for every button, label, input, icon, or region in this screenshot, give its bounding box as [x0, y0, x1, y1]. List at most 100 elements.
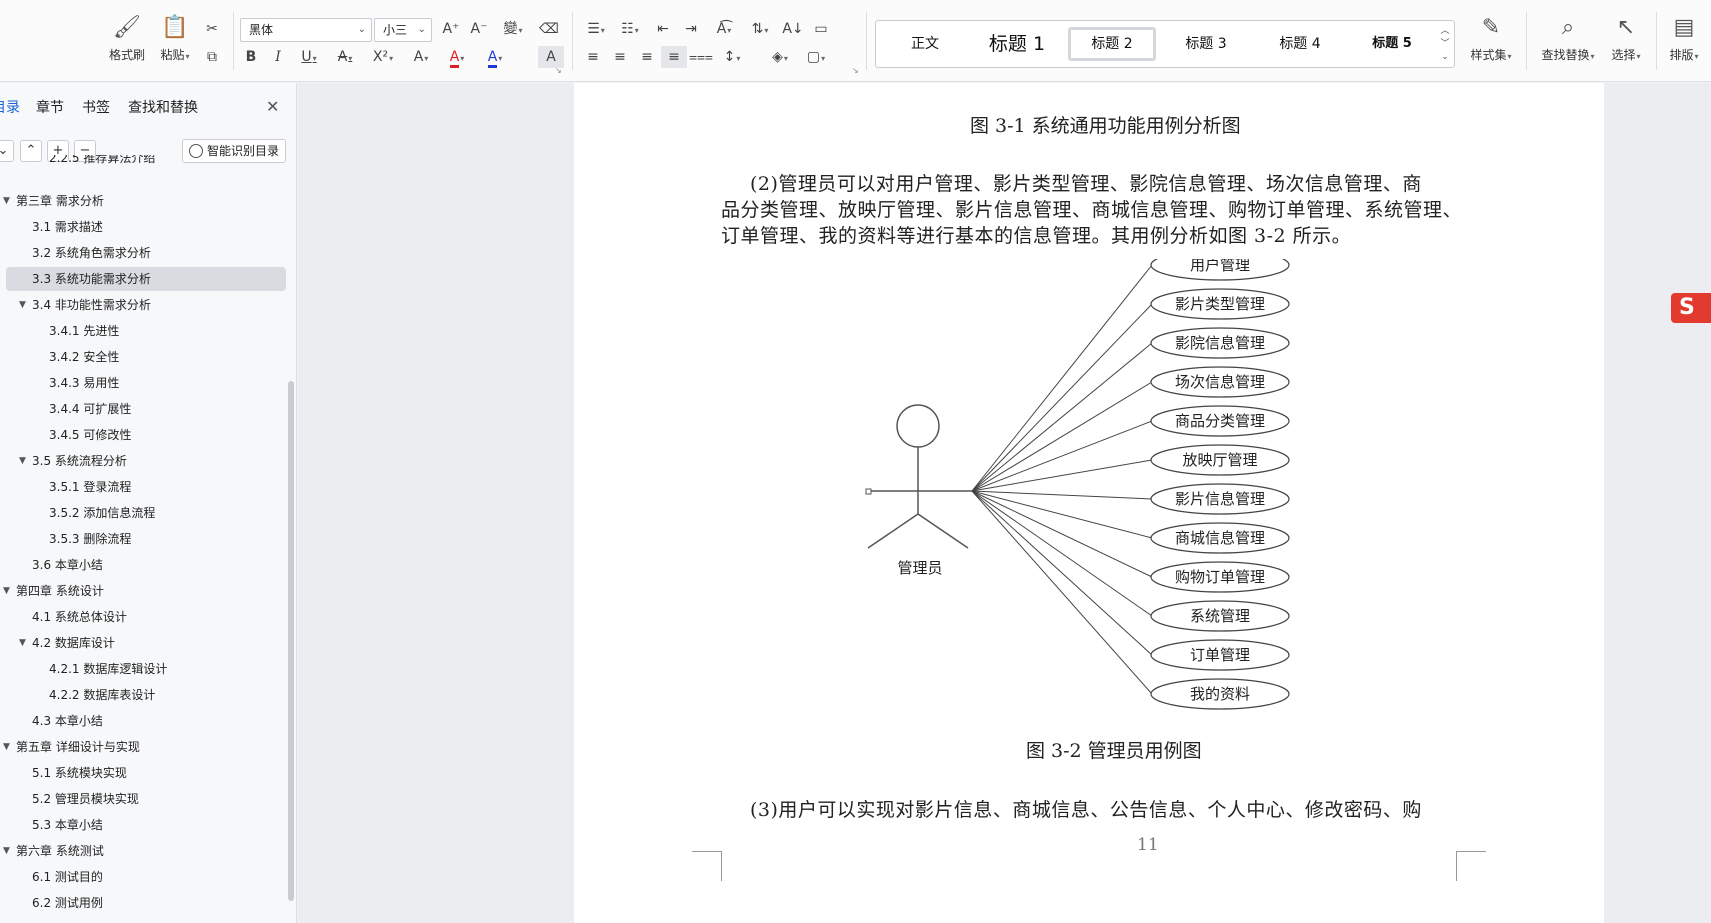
- italic-button[interactable]: I: [265, 46, 291, 68]
- tab-sections[interactable]: 章节: [36, 97, 64, 117]
- increase-indent-icon[interactable]: ⇥: [678, 18, 704, 40]
- toc-item[interactable]: 4.3 本章小结: [32, 709, 103, 733]
- use-case: 影院信息管理: [1150, 327, 1290, 359]
- document-page[interactable]: 图 3-1 系统通用功能用例分析图 (2)管理员可以对用户管理、影片类型管理、影…: [574, 83, 1604, 923]
- font-color-button[interactable]: A▾: [478, 46, 512, 68]
- shading-icon[interactable]: ◈▾: [764, 46, 796, 68]
- chevron-up-icon[interactable]: ⌃: [20, 140, 42, 162]
- select-button[interactable]: ↖ 选择▾: [1602, 14, 1650, 70]
- justify-icon[interactable]: ≡: [661, 46, 687, 68]
- show-marks-icon[interactable]: ▭: [808, 18, 834, 40]
- toc-item[interactable]: 4.2.2 数据库表设计: [49, 683, 155, 707]
- numbered-list-icon[interactable]: ☷▾: [614, 18, 646, 40]
- toc-item[interactable]: 5.1 系统模块实现: [32, 761, 127, 785]
- toc-item[interactable]: 3.5.3 删除流程: [49, 527, 131, 551]
- underline-button[interactable]: U▾: [292, 46, 326, 68]
- toc-item[interactable]: 3.4.1 先进性: [49, 319, 119, 343]
- toc-item[interactable]: 4.1 系统总体设计: [32, 605, 127, 629]
- expand-arrow-icon[interactable]: ▼: [3, 735, 10, 759]
- nav-scrollbar[interactable]: [288, 381, 294, 901]
- distributed-icon[interactable]: ⩶: [688, 46, 714, 68]
- align-left-icon[interactable]: ≡: [580, 46, 606, 68]
- toc-item[interactable]: 5.2 管理员模块实现: [32, 787, 139, 811]
- cut-icon[interactable]: ✂: [199, 18, 225, 40]
- char-shading-button[interactable]: A: [538, 46, 564, 68]
- toc-item[interactable]: ▼ 第四章 系统设计: [3, 579, 104, 603]
- phonetic-guide-button[interactable]: 變▾: [496, 18, 530, 40]
- style-heading-3[interactable]: 标题 3: [1166, 27, 1246, 61]
- line-spacing-icon[interactable]: ↕▾: [716, 46, 748, 68]
- font-dialog-launcher-icon[interactable]: ↘: [555, 66, 562, 75]
- align-right-icon[interactable]: ≡: [634, 46, 660, 68]
- tab-find-replace[interactable]: 查找和替换: [128, 97, 198, 117]
- copy-icon[interactable]: ⧉: [199, 46, 225, 68]
- expand-arrow-icon[interactable]: ▼: [3, 189, 10, 213]
- toc-item-label: 3.4 非功能性需求分析: [32, 298, 151, 312]
- toc-item[interactable]: ▼ 第三章 需求分析: [3, 189, 104, 213]
- paste-button[interactable]: 📋 粘贴▾: [148, 14, 202, 70]
- eraser-icon[interactable]: ⌫: [536, 18, 562, 40]
- align-center-icon[interactable]: ≡: [607, 46, 633, 68]
- toc-item[interactable]: 3.4.4 可扩展性: [49, 397, 131, 421]
- style-set-button[interactable]: ✎ 样式集▾: [1464, 14, 1518, 70]
- expand-arrow-icon[interactable]: ▼: [3, 839, 10, 863]
- paragraph-2-line-2: 品分类管理、放映厅管理、影片信息管理、商城信息管理、购物订单管理、系统管理、: [721, 199, 1463, 221]
- text-effect-button[interactable]: A▾: [404, 46, 438, 68]
- toc-item[interactable]: ▼ 3.5 系统流程分析: [19, 449, 127, 473]
- toc-item[interactable]: ▼ 3.4 非功能性需求分析: [19, 293, 151, 317]
- toc-item[interactable]: 3.5.2 添加信息流程: [49, 501, 155, 525]
- paragraph-dialog-launcher-icon[interactable]: ↘: [852, 66, 859, 75]
- shrink-font-button[interactable]: A⁻: [466, 18, 492, 40]
- toc-item[interactable]: ▼ 第五章 详细设计与实现: [3, 735, 140, 759]
- expand-arrow-icon[interactable]: ▼: [19, 449, 26, 473]
- style-heading-2[interactable]: 标题 2: [1068, 27, 1156, 61]
- toc-item[interactable]: 3.2 系统角色需求分析: [32, 241, 151, 265]
- toc-item[interactable]: 4.2.1 数据库逻辑设计: [49, 657, 167, 681]
- toc-item[interactable]: 3.4.2 安全性: [49, 345, 119, 369]
- toc-item[interactable]: 3.4.3 易用性: [49, 371, 119, 395]
- text-direction-icon[interactable]: A͡▾: [708, 18, 740, 40]
- sort-icon[interactable]: ⇅▾: [744, 18, 776, 40]
- tab-bookmarks[interactable]: 书签: [82, 97, 110, 117]
- smart-toc-button[interactable]: 智能识别目录: [182, 139, 286, 163]
- toc-item[interactable]: 3.6 本章小结: [32, 553, 103, 577]
- borders-icon[interactable]: ▢▾: [800, 46, 832, 68]
- divider: [233, 12, 234, 70]
- highlight-color-button[interactable]: A▾: [440, 46, 474, 68]
- expand-arrow-icon[interactable]: ▼: [19, 631, 26, 655]
- collapse-down-icon[interactable]: ⌄: [0, 140, 14, 162]
- decrease-indent-icon[interactable]: ⇤: [650, 18, 676, 40]
- toc-item[interactable]: ▼ 第六章 系统测试: [3, 839, 104, 863]
- toc-item[interactable]: 3.1 需求描述: [32, 215, 103, 239]
- grow-font-button[interactable]: A⁺: [438, 18, 464, 40]
- strikethrough-button[interactable]: A▾: [328, 46, 362, 68]
- close-icon[interactable]: ✕: [266, 97, 279, 116]
- toc-item[interactable]: 6.1 测试目的: [32, 865, 103, 889]
- tab-toc[interactable]: 目录: [0, 97, 20, 117]
- styles-scroll[interactable]: ︿ ﹀ ⌄: [1438, 25, 1452, 64]
- style-heading-4[interactable]: 标题 4: [1260, 27, 1340, 61]
- style-normal[interactable]: 正文: [890, 27, 960, 61]
- style-heading-1[interactable]: 标题 1: [974, 27, 1060, 61]
- style-heading-5[interactable]: 标题 5: [1352, 27, 1432, 61]
- sort-az-icon[interactable]: A↓: [780, 18, 806, 40]
- toc-item[interactable]: 3.5.1 登录流程: [49, 475, 131, 499]
- font-size-select[interactable]: 小三 ⌄: [374, 18, 432, 42]
- toc-item[interactable]: 6.2 测试用例: [32, 891, 103, 915]
- toc-item[interactable]: ▼ 4.2 数据库设计: [19, 631, 115, 655]
- bullet-list-icon[interactable]: ☰▾: [580, 18, 612, 40]
- font-name-select[interactable]: 黑体 ⌄: [240, 18, 372, 42]
- wps-logo-icon[interactable]: S: [1671, 293, 1711, 323]
- find-replace-button[interactable]: ⌕ 查找替换▾: [1535, 14, 1601, 70]
- expand-arrow-icon[interactable]: ▼: [3, 579, 10, 603]
- toc-item[interactable]: 2.2.5 推荐算法介绍: [49, 155, 155, 169]
- toc-item[interactable]: 3.4.5 可修改性: [49, 423, 131, 447]
- superscript-button[interactable]: X²▾: [364, 46, 402, 68]
- bold-button[interactable]: B: [238, 46, 264, 68]
- format-painter-button[interactable]: 🖌 格式刷: [100, 14, 154, 70]
- toc-item[interactable]: 3.3 系统功能需求分析: [32, 267, 151, 291]
- layout-button[interactable]: ▤ 排版▾: [1660, 14, 1708, 70]
- toc-item[interactable]: 5.3 本章小结: [32, 813, 103, 837]
- figure-3-1-caption: 图 3-1 系统通用功能用例分析图: [970, 115, 1241, 137]
- expand-arrow-icon[interactable]: ▼: [19, 293, 26, 317]
